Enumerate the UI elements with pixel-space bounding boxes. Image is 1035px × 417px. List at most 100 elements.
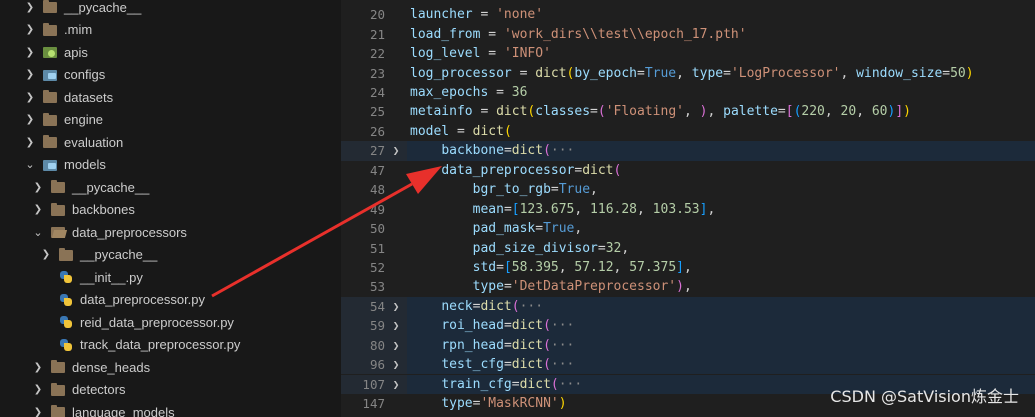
chevron-right-icon[interactable]: ❯ [40, 244, 52, 266]
code-line[interactable]: 47 data_preprocessor = dict( [341, 161, 1035, 180]
code-token: , [707, 104, 724, 120]
code-text[interactable]: backbone = dict(··· [407, 141, 1035, 161]
code-token: True [558, 182, 591, 198]
line-number: 21 [369, 26, 385, 42]
chevron-right-icon[interactable]: ❯ [32, 401, 44, 417]
code-text[interactable]: neck = dict(··· [407, 296, 1035, 317]
line-number: 27 [369, 143, 385, 159]
code-line[interactable]: 80 ❯ rpn_head = dict(··· [341, 335, 1035, 356]
code-line[interactable]: 53 type = 'DetDataPreprocessor'), [341, 277, 1035, 296]
code-token: [ [511, 201, 520, 217]
tree-item-evaluation[interactable]: ❯ evaluation [0, 131, 341, 153]
tree-item-track-data-preprocessor-py[interactable]: track_data_preprocessor.py [0, 334, 341, 356]
tree-item-label: __init__.py [80, 269, 143, 285]
code-line[interactable]: 96 ❯ test_cfg = dict(··· [341, 355, 1035, 375]
code-line[interactable]: 26 model = dict( [341, 122, 1035, 141]
tree-item-pycache[interactable]: ❯ __pycache__ [0, 0, 341, 18]
tree-item-configs[interactable]: ❯ configs [0, 64, 341, 86]
code-text[interactable]: log_level = 'INFO' [407, 44, 1035, 63]
fold-chevron-icon[interactable]: ❯ [385, 358, 407, 371]
code-line[interactable]: 48 bgr_to_rgb = True, [341, 180, 1035, 199]
chevron-right-icon[interactable]: ❯ [24, 86, 36, 108]
code-text[interactable]: pad_size_divisor = 32, [407, 238, 1035, 257]
code-line[interactable]: 20 launcher = 'none' [341, 5, 1035, 24]
code-text[interactable]: bgr_to_rgb = True, [407, 180, 1035, 199]
tree-item-label: __pycache__ [64, 0, 142, 15]
code-token: = [503, 143, 512, 159]
code-line[interactable]: 49 mean =[123.675, 116.28, 103.53], [341, 200, 1035, 219]
chevron-right-icon[interactable]: ❯ [24, 0, 36, 18]
line-number: 52 [369, 260, 385, 276]
fold-chevron-icon[interactable]: ❯ [385, 144, 407, 157]
code-line[interactable]: 24 max_epochs = 36 [341, 83, 1035, 102]
code-text[interactable]: data_preprocessor = dict( [407, 161, 1035, 180]
code-line[interactable]: 59 ❯ roi_head = dict(··· [341, 316, 1035, 336]
code-text[interactable]: launcher = 'none' [407, 5, 1035, 24]
code-token: 'MaskRCNN' [480, 396, 559, 412]
chevron-right-icon[interactable]: ❯ [32, 379, 44, 401]
code-token: 'work_dirs\\test\\epoch_17.pth' [503, 26, 747, 42]
code-text[interactable]: load_from = 'work_dirs\\test\\epoch_17.p… [407, 24, 1035, 43]
code-editor[interactable]: 20 launcher = 'none' 21 load_from = 'work_d… [341, 0, 1035, 417]
tree-item-datasets[interactable]: ❯ datasets [0, 86, 341, 108]
tree-item-models[interactable]: ⌄ models [0, 154, 341, 176]
tree-item-pycache[interactable]: ❯ __pycache__ [0, 176, 341, 198]
code-text[interactable]: mean =[123.675, 116.28, 103.53], [407, 200, 1035, 219]
code-text[interactable]: roi_head = dict(··· [407, 316, 1035, 336]
code-token: 57.12 [574, 260, 614, 276]
code-line[interactable]: 21 load_from = 'work_dirs\\test\\epoch_17… [341, 24, 1035, 43]
tree-item-pycache[interactable]: ❯ __pycache__ [0, 244, 341, 266]
code-token: = [535, 221, 544, 237]
chevron-right-icon[interactable]: ❯ [24, 41, 36, 63]
code-text[interactable]: test_cfg = dict(··· [407, 355, 1035, 375]
fold-chevron-icon[interactable]: ❯ [385, 319, 407, 332]
chevron-right-icon[interactable]: ❯ [24, 64, 36, 86]
code-line[interactable]: 23 log_processor = dict(by_epoch = True, ty… [341, 63, 1035, 82]
tree-item-apis[interactable]: ❯ apis [0, 41, 341, 63]
code-text[interactable]: model = dict( [407, 122, 1035, 141]
code-token: palette [723, 104, 778, 120]
tree-item-init-py[interactable]: __init__.py [0, 266, 341, 288]
tree-item-detectors[interactable]: ❯ detectors [0, 379, 341, 401]
code-token: ( [550, 376, 559, 392]
code-line[interactable]: 25 metainfo = dict(classes =('Floating', )… [341, 102, 1035, 121]
tree-item-mim[interactable]: ❯ .mim [0, 19, 341, 41]
code-text[interactable]: type = 'DetDataPreprocessor'), [407, 277, 1035, 296]
code-line[interactable]: 54 ❯ neck = dict(··· [341, 296, 1035, 317]
chevron-right-icon[interactable]: ❯ [24, 19, 36, 41]
chevron-down-icon[interactable]: ⌄ [32, 221, 44, 243]
chevron-right-icon[interactable]: ❯ [32, 199, 44, 221]
chevron-right-icon[interactable]: ❯ [32, 176, 44, 198]
tree-item-dense-heads[interactable]: ❯ dense_heads [0, 356, 341, 378]
chevron-right-icon[interactable]: ❯ [24, 131, 36, 153]
code-token: log_level [410, 46, 481, 62]
code-line[interactable]: 51 pad_size_divisor = 32, [341, 238, 1035, 257]
code-text[interactable]: rpn_head = dict(··· [407, 335, 1035, 356]
tree-item-data-preprocessors[interactable]: ⌄ data_preprocessors [0, 221, 341, 243]
fold-chevron-icon[interactable]: ❯ [385, 339, 407, 352]
chevron-right-icon[interactable]: ❯ [32, 356, 44, 378]
code-line[interactable]: 27 ❯ backbone = dict(··· [341, 141, 1035, 161]
fold-chevron-icon[interactable]: ❯ [385, 378, 407, 391]
fold-chevron-icon[interactable]: ❯ [385, 300, 407, 313]
code-text[interactable]: std =[58.395, 57.12, 57.375], [407, 258, 1035, 277]
chevron-down-icon[interactable]: ⌄ [24, 154, 36, 176]
code-line[interactable]: 22 log_level = 'INFO' [341, 44, 1035, 63]
code-line[interactable]: 52 std =[58.395, 57.12, 57.375], [341, 258, 1035, 277]
tree-item-data-preprocessor-py[interactable]: data_preprocessor.py [0, 289, 341, 311]
line-number: 107 [362, 376, 385, 392]
tree-item-engine[interactable]: ❯ engine [0, 109, 341, 131]
code-text[interactable]: log_processor = dict(by_epoch = True, type… [407, 63, 1035, 82]
chevron-right-icon[interactable]: ❯ [24, 109, 36, 131]
code-text[interactable]: pad_mask = True, [407, 219, 1035, 238]
tree-item-reid-data-preprocessor-py[interactable]: reid_data_preprocessor.py [0, 311, 341, 333]
code-text[interactable]: max_epochs = 36 [407, 83, 1035, 102]
tree-item-language-models[interactable]: ❯ language_models [0, 401, 341, 417]
code-token: [ [503, 260, 512, 276]
tree-item-backbones[interactable]: ❯ backbones [0, 199, 341, 221]
code-line[interactable]: 50 pad_mask = True, [341, 219, 1035, 238]
code-text[interactable]: metainfo = dict(classes =('Floating', ), … [407, 102, 1035, 121]
